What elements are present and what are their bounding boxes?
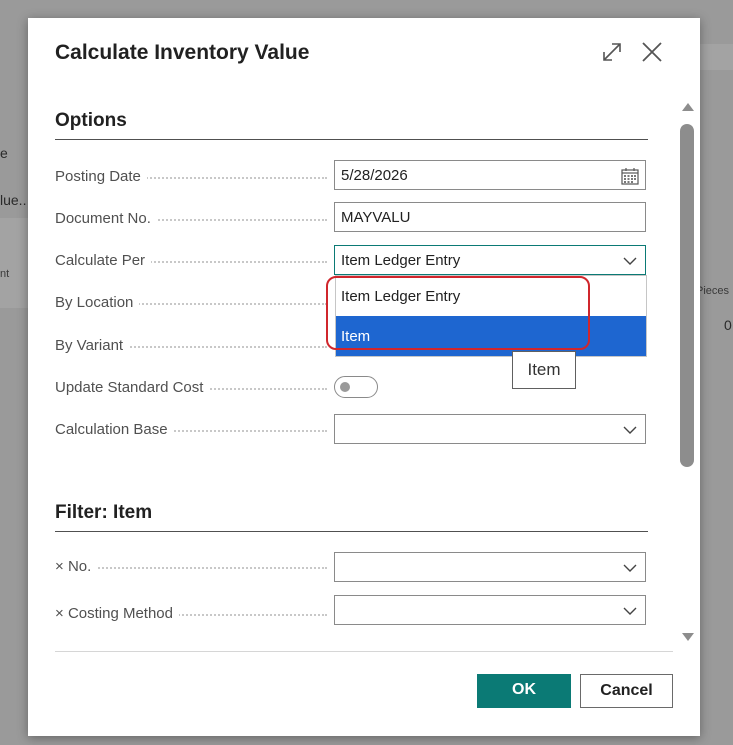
cancel-button[interactable]: Cancel bbox=[580, 674, 673, 708]
tooltip: Item bbox=[512, 351, 576, 389]
filter-costing-method-label: × Costing Method bbox=[55, 605, 327, 622]
filter-costing-method-label-text: × Costing Method bbox=[55, 605, 179, 622]
by-variant-label: By Variant bbox=[55, 337, 327, 354]
document-no-field[interactable]: MAYVALU bbox=[334, 202, 646, 232]
dialog-title: Calculate Inventory Value bbox=[55, 41, 310, 64]
options-section-title: Options bbox=[55, 110, 127, 131]
filter-item-section-title: Filter: Item bbox=[55, 502, 153, 523]
calculate-per-select[interactable]: Item Ledger Entry bbox=[334, 245, 646, 275]
expand-icon[interactable] bbox=[600, 40, 624, 64]
background-text: lue.. bbox=[0, 192, 27, 208]
calculate-inventory-value-dialog: Calculate Inventory Value Options Postin… bbox=[28, 18, 700, 736]
calculate-per-label-text: Calculate Per bbox=[55, 252, 152, 269]
chevron-down-icon[interactable] bbox=[623, 423, 637, 437]
document-no-value: MAYVALU bbox=[341, 209, 411, 226]
background-text: e bbox=[0, 145, 8, 161]
calculate-per-label: Calculate Per bbox=[55, 252, 327, 269]
filter-costing-method-select[interactable] bbox=[334, 595, 646, 625]
background-strip bbox=[700, 44, 733, 70]
filter-no-text: No. bbox=[67, 558, 92, 575]
calendar-icon[interactable] bbox=[621, 167, 639, 185]
filter-divider bbox=[55, 531, 648, 532]
by-location-label-text: By Location bbox=[55, 294, 140, 311]
chevron-down-icon[interactable] bbox=[623, 254, 637, 268]
update-standard-cost-toggle[interactable] bbox=[334, 376, 378, 398]
annotation-highlight-box bbox=[326, 276, 590, 350]
close-icon[interactable] bbox=[640, 40, 664, 64]
posting-date-label: Posting Date bbox=[55, 168, 327, 185]
background-strip bbox=[0, 218, 28, 308]
scroll-down-arrow[interactable] bbox=[680, 631, 696, 643]
options-divider bbox=[55, 139, 648, 140]
scroll-up-arrow[interactable] bbox=[680, 100, 696, 112]
by-variant-label-text: By Variant bbox=[55, 337, 130, 354]
chevron-down-icon[interactable] bbox=[623, 561, 637, 575]
update-standard-cost-label-text: Update Standard Cost bbox=[55, 379, 210, 396]
ok-button[interactable]: OK bbox=[477, 674, 571, 708]
remove-filter-icon[interactable]: × bbox=[55, 558, 64, 575]
calculation-base-label: Calculation Base bbox=[55, 421, 327, 438]
filter-costing-method-text: Costing Method bbox=[67, 605, 173, 622]
remove-filter-icon[interactable]: × bbox=[55, 605, 64, 622]
footer-divider bbox=[55, 651, 673, 652]
scrollbar-thumb[interactable] bbox=[680, 124, 694, 467]
filter-no-select[interactable] bbox=[334, 552, 646, 582]
document-no-label-text: Document No. bbox=[55, 210, 157, 227]
update-standard-cost-label: Update Standard Cost bbox=[55, 379, 327, 396]
posting-date-label-text: Posting Date bbox=[55, 168, 147, 185]
document-no-label: Document No. bbox=[55, 210, 327, 227]
background-text: 0 bbox=[724, 317, 732, 333]
posting-date-value: 5/28/2026 bbox=[341, 167, 408, 184]
by-location-label: By Location bbox=[55, 294, 327, 311]
chevron-down-icon[interactable] bbox=[623, 604, 637, 618]
posting-date-field[interactable]: 5/28/2026 bbox=[334, 160, 646, 190]
background-text: nt bbox=[0, 268, 10, 280]
toggle-knob bbox=[340, 382, 350, 392]
background-text: Pieces bbox=[696, 285, 730, 297]
filter-no-label: × No. bbox=[55, 558, 327, 575]
filter-no-label-text: × No. bbox=[55, 558, 98, 575]
calculation-base-label-text: Calculation Base bbox=[55, 421, 174, 438]
calculation-base-select[interactable] bbox=[334, 414, 646, 444]
calculate-per-value: Item Ledger Entry bbox=[341, 252, 461, 269]
